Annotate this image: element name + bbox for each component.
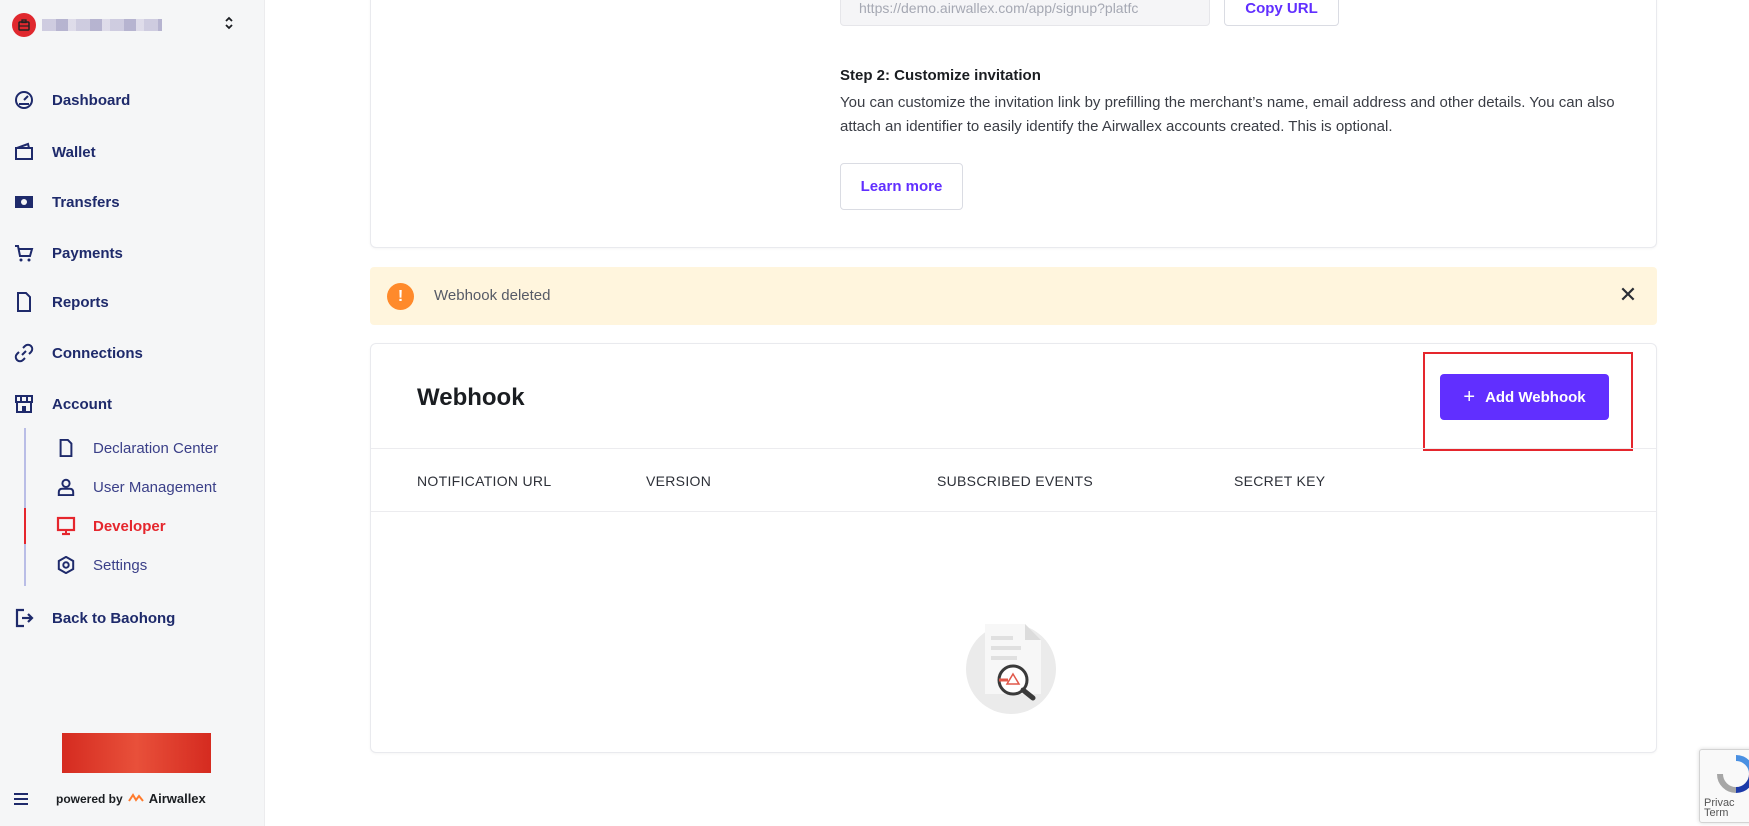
user-icon <box>56 477 76 497</box>
menu-toggle-icon[interactable] <box>14 789 34 809</box>
add-webhook-label: Add Webhook <box>1485 388 1586 406</box>
transfers-icon <box>14 192 34 212</box>
recaptcha-text: Privac Term <box>1704 798 1735 819</box>
nav-item-reports[interactable]: Reports <box>0 284 264 320</box>
step2-description: You can customize the invitation link by… <box>840 94 1615 135</box>
exit-icon <box>14 608 34 628</box>
powered-by-text: powered by <box>56 791 123 806</box>
cart-icon <box>14 243 34 263</box>
webhook-title: Webhook <box>417 384 525 411</box>
nav-label: Wallet <box>52 143 96 161</box>
airwallex-logo-icon <box>127 792 144 806</box>
nav-label: Dashboard <box>52 91 131 109</box>
nav-item-account[interactable]: Account <box>0 386 264 422</box>
nav-item-transfers[interactable]: Transfers <box>0 184 264 220</box>
org-avatar <box>12 13 36 37</box>
toast-alert: ! Webhook deleted ✕ <box>370 267 1657 325</box>
close-icon[interactable]: ✕ <box>1617 284 1639 306</box>
nav-item-payments[interactable]: Payments <box>0 235 264 271</box>
subnav-label: Developer <box>93 517 166 535</box>
subnav-label: User Management <box>93 478 217 496</box>
org-switcher[interactable] <box>12 13 237 37</box>
nav-label: Payments <box>52 244 123 262</box>
document-icon <box>56 438 76 458</box>
link-icon <box>14 343 34 363</box>
subnav-item-settings[interactable]: Settings <box>40 548 264 582</box>
step2-title: Step 2: Customize invitation <box>840 67 1041 84</box>
subnav-label: Settings <box>93 556 148 574</box>
recaptcha-terms: Term <box>1704 807 1729 819</box>
company-logo-banner <box>62 733 211 773</box>
back-to-org-link[interactable]: Back to Baohong <box>0 600 264 636</box>
plus-icon: + <box>1463 386 1476 408</box>
subnav-item-developer[interactable]: Developer <box>40 509 264 543</box>
nav-item-connections[interactable]: Connections <box>0 335 264 371</box>
subnav-label: Declaration Center <box>93 439 219 457</box>
monitor-icon <box>56 516 76 536</box>
dashboard-icon <box>14 90 34 110</box>
warning-icon: ! <box>387 283 414 310</box>
empty-state-icon <box>961 614 1061 714</box>
nav-item-wallet[interactable]: Wallet <box>0 134 264 170</box>
nav-label: Transfers <box>52 193 120 211</box>
chevron-updown-icon[interactable] <box>221 15 237 35</box>
subnav-item-declaration-center[interactable]: Declaration Center <box>40 431 264 465</box>
nav-item-dashboard[interactable]: Dashboard <box>0 82 264 118</box>
recaptcha-icon <box>1717 755 1749 793</box>
back-label: Back to Baohong <box>52 609 176 627</box>
column-header: SUBSCRIBED EVENTS <box>937 473 1094 489</box>
powered-by-footer: powered by Airwallex <box>56 791 206 806</box>
column-header: SECRET KEY <box>1234 473 1326 489</box>
signup-url-field[interactable]: https://demo.airwallex.com/app/signup?pl… <box>840 0 1210 26</box>
nav-label: Reports <box>52 293 109 311</box>
learn-more-button[interactable]: Learn more <box>840 163 963 210</box>
briefcase-icon <box>18 19 30 31</box>
subnav-rail <box>24 428 26 586</box>
recaptcha-badge[interactable]: Privac Term <box>1699 749 1749 823</box>
column-header: VERSION <box>646 473 712 489</box>
alert-message: Webhook deleted <box>434 287 551 304</box>
nav-label: Account <box>52 395 112 413</box>
org-name-redacted <box>42 19 162 31</box>
wallet-icon <box>14 142 34 162</box>
nav-label: Connections <box>52 344 143 362</box>
webhook-table-header: NOTIFICATION URL VERSION SUBSCRIBED EVEN… <box>371 448 1656 512</box>
webhook-card: Webhook + Add Webhook NOTIFICATION URL V… <box>370 343 1657 753</box>
column-header: NOTIFICATION URL <box>417 473 552 489</box>
invite-card: https://demo.airwallex.com/app/signup?pl… <box>370 0 1657 248</box>
subnav-rail-active <box>24 508 26 544</box>
copy-url-button[interactable]: Copy URL <box>1224 0 1339 26</box>
subnav-item-user-management[interactable]: User Management <box>40 470 264 504</box>
airwallex-brand: Airwallex <box>148 791 206 806</box>
gear-icon <box>56 555 76 575</box>
add-webhook-button[interactable]: + Add Webhook <box>1440 374 1609 420</box>
store-icon <box>14 394 34 414</box>
document-icon <box>14 292 34 312</box>
sidebar: Dashboard Wallet Transfers Payments Repo… <box>0 0 265 826</box>
